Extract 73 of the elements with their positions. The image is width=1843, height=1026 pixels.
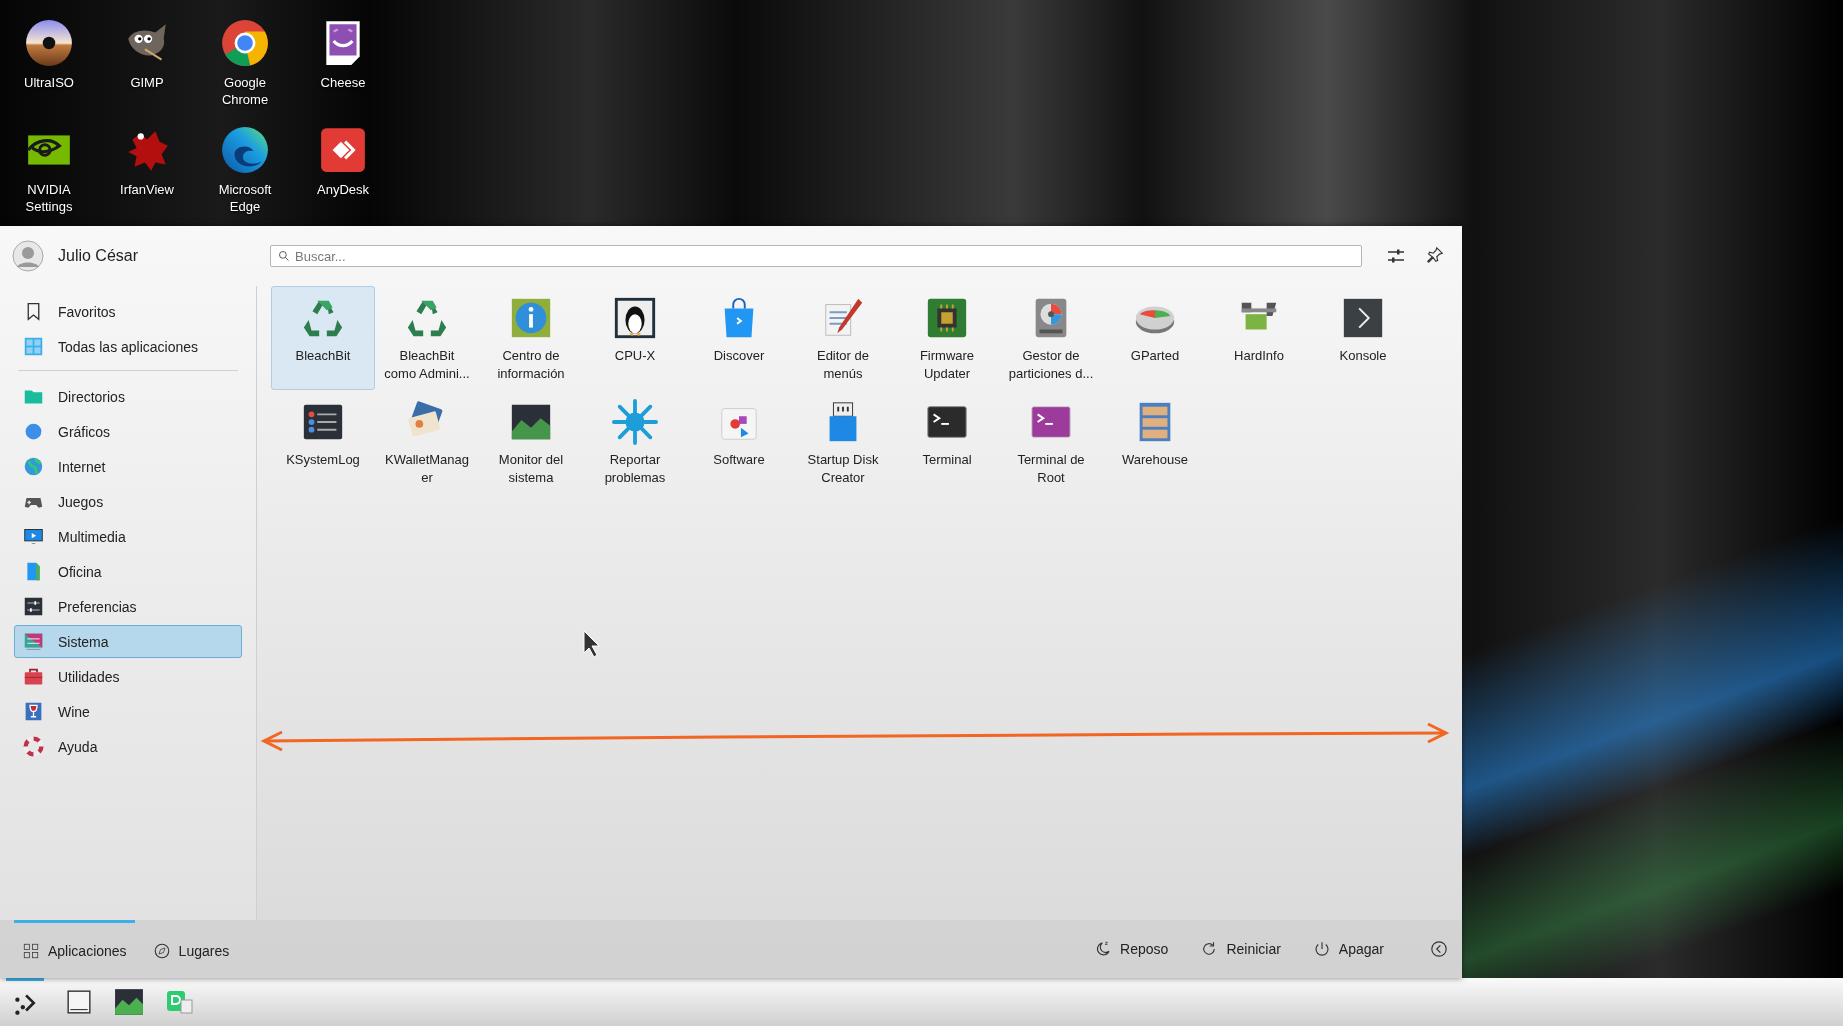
app-tile[interactable]: Discover — [687, 286, 791, 390]
sliders-icon — [23, 631, 44, 652]
app-tile[interactable]: Terminal de Root — [999, 390, 1103, 494]
graph-window-icon[interactable] — [114, 987, 144, 1017]
desktop-icon-label[interactable]: Google Chrome — [208, 74, 282, 108]
back-icon[interactable] — [1430, 940, 1448, 958]
app-tile[interactable]: BleachBit — [271, 286, 375, 390]
sidebar-item[interactable]: Sistema — [14, 625, 242, 658]
desktop-icon-label[interactable]: Microsoft Edge — [208, 181, 282, 215]
power-action-button[interactable]: Reposo — [1088, 936, 1175, 962]
desktop-icon-label[interactable]: UltraISO — [12, 74, 86, 91]
sidebar-item[interactable]: Ayuda — [14, 730, 242, 763]
sidebar-item[interactable]: Internet — [14, 450, 242, 483]
diamond-tile-icon[interactable] — [318, 125, 368, 175]
window-icon[interactable] — [66, 989, 92, 1015]
avatar-icon — [12, 240, 44, 272]
sidebar-item[interactable]: Favoritos — [14, 295, 242, 328]
sidebar-item[interactable]: Multimedia — [14, 520, 242, 553]
power-action-button[interactable]: Reiniciar — [1194, 936, 1287, 962]
sidebar-item[interactable]: Directorios — [14, 380, 242, 413]
footer-tab[interactable]: Lugares — [144, 920, 238, 978]
app-tile[interactable]: Startup Disk Creator — [791, 390, 895, 494]
sidebar-item[interactable]: Todas las aplicaciones — [14, 330, 242, 363]
app-tile[interactable]: Konsole — [1311, 286, 1415, 390]
desktop-icon-label[interactable]: NVIDIA Settings — [12, 181, 86, 215]
search-field[interactable]: Buscar... — [270, 245, 1362, 267]
app-tile[interactable]: Terminal — [895, 390, 999, 494]
grid-icon — [23, 336, 44, 357]
desktop-icon-label[interactable]: AnyDesk — [306, 181, 380, 198]
app-tile[interactable]: Warehouse — [1103, 390, 1207, 494]
penguin-icon — [612, 295, 658, 341]
sphere-icon — [23, 421, 44, 442]
sidebar-item[interactable]: Preferencias — [14, 590, 242, 623]
disc-icon[interactable] — [24, 18, 74, 68]
sidebar-item[interactable]: Juegos — [14, 485, 242, 518]
sidebar-item[interactable]: Utilidades — [14, 660, 242, 693]
desktop-icon-label[interactable]: Cheese — [306, 74, 380, 91]
app-tile[interactable]: CPU-X — [583, 286, 687, 390]
wave-logo-icon[interactable] — [220, 125, 270, 175]
app-tile[interactable]: KSystemLog — [271, 390, 375, 494]
grid-icon — [22, 941, 40, 960]
app-tile[interactable]: Centro de información — [479, 286, 583, 390]
app-tile[interactable]: GParted — [1103, 286, 1207, 390]
sliders-icon — [23, 596, 44, 617]
power-icon — [1312, 940, 1331, 958]
app-tile[interactable]: Reportar problemas — [583, 390, 687, 494]
moon-icon — [1094, 940, 1113, 958]
sidebar-item[interactable]: Wine — [14, 695, 242, 728]
pin-icon[interactable] — [1426, 246, 1444, 264]
mouse-cursor-icon — [583, 630, 600, 658]
desktop-icon-label[interactable]: IrfanView — [110, 181, 184, 198]
globe-icon — [23, 456, 44, 477]
app-tile[interactable]: Gestor de particiones d... — [999, 286, 1103, 390]
wine-glass-icon — [23, 701, 44, 722]
splash-icon — [612, 399, 658, 445]
app-tile[interactable]: BleachBit como Admini... — [375, 286, 479, 390]
app-tile[interactable]: HardInfo — [1207, 286, 1311, 390]
browser-logo-icon[interactable] — [220, 18, 270, 68]
sidebar-item[interactable]: Gráficos — [14, 415, 242, 448]
app-tile[interactable]: Editor de menús — [791, 286, 895, 390]
app-tile[interactable]: Software — [687, 390, 791, 494]
app-tile[interactable]: Firmware Updater — [895, 286, 999, 390]
sidebar-item[interactable]: Oficina — [14, 555, 242, 588]
lifebuoy-icon — [23, 736, 44, 757]
app-tile[interactable]: KWalletManager — [375, 390, 479, 494]
power-action-button[interactable]: Apagar — [1306, 936, 1390, 962]
app-tile[interactable]: Monitor del sistema — [479, 390, 583, 494]
desktop-icon-label[interactable]: GIMP — [110, 74, 184, 91]
monitor-play-icon — [23, 526, 44, 547]
user-name: Julio César — [58, 247, 139, 265]
search-icon — [278, 250, 290, 262]
toolbox-icon — [23, 666, 44, 687]
compass-icon — [152, 941, 171, 960]
